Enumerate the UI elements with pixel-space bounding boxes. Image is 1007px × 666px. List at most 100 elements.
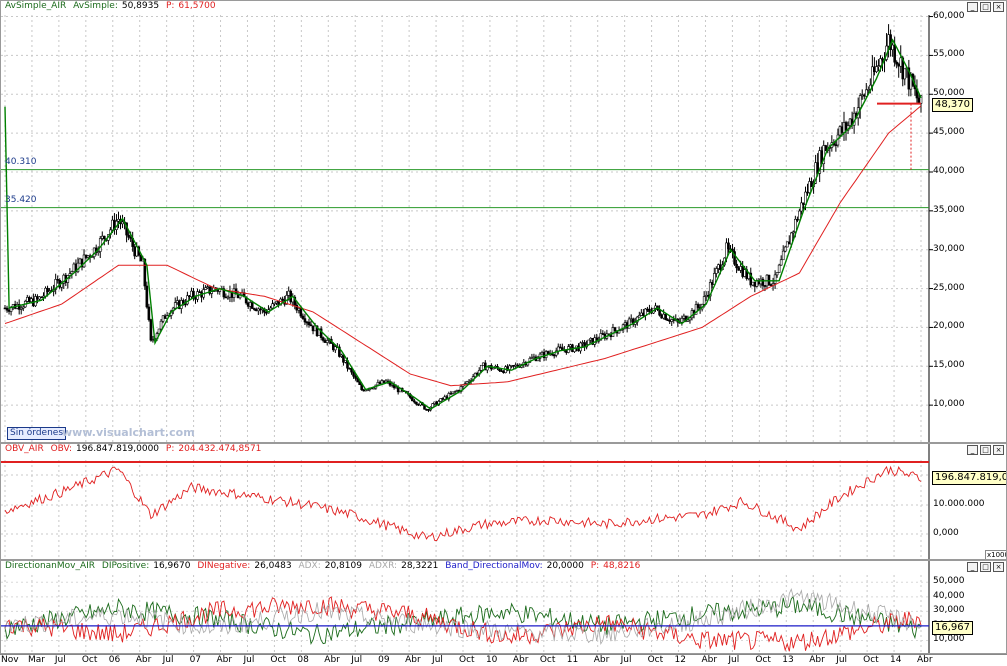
price-candle-body bbox=[897, 63, 901, 67]
price-candle-body bbox=[473, 372, 477, 377]
minimize-icon[interactable]: _ bbox=[967, 562, 978, 572]
price-candle-body bbox=[787, 241, 791, 245]
price-candle-body bbox=[648, 308, 651, 313]
price-candle-body bbox=[82, 254, 86, 268]
dm-chart bbox=[1, 561, 930, 653]
price-candle-body bbox=[642, 312, 645, 316]
price-candle-body bbox=[307, 321, 311, 326]
price-candle-body bbox=[629, 318, 633, 321]
price-candle-body bbox=[773, 274, 777, 284]
price-candle-body bbox=[252, 308, 256, 310]
price-candle-body bbox=[546, 351, 550, 354]
price-candle-body bbox=[627, 318, 631, 329]
price-candle-body bbox=[763, 285, 767, 287]
x-axis-label: 07 bbox=[189, 655, 202, 665]
price-candle-body bbox=[512, 365, 515, 367]
obv-multiplier: x10000 bbox=[985, 550, 1006, 559]
price-candle-body bbox=[159, 320, 163, 330]
price-candle-body bbox=[871, 66, 874, 86]
price-candle-body bbox=[271, 303, 274, 309]
x-axis-label: Jul bbox=[243, 655, 255, 665]
price-candle-body bbox=[769, 284, 773, 286]
x-axis-label: Abr bbox=[917, 655, 933, 665]
price-candle-body bbox=[309, 324, 313, 327]
price-candle-body bbox=[275, 301, 278, 304]
price-candle-body bbox=[840, 126, 844, 133]
price-candle-body bbox=[640, 312, 643, 316]
price-candle-body bbox=[147, 306, 151, 320]
price-candle-body bbox=[38, 296, 41, 300]
price-candle-body bbox=[862, 94, 866, 97]
price-candle-body bbox=[5, 307, 9, 311]
price-candle-body bbox=[611, 327, 615, 337]
price-candle-body bbox=[741, 266, 744, 277]
maximize-icon[interactable]: □ bbox=[980, 2, 991, 12]
close-icon[interactable]: × bbox=[993, 2, 1004, 12]
price-candle-body bbox=[121, 221, 124, 225]
price-candle-body bbox=[783, 246, 787, 252]
price-candle-body bbox=[806, 191, 809, 194]
dm-ytick-label: 50,000 bbox=[933, 576, 965, 587]
price-candle-body bbox=[453, 391, 457, 393]
price-candle-body bbox=[184, 303, 187, 306]
price-candle-body bbox=[682, 315, 686, 319]
price-candle-body bbox=[441, 398, 445, 400]
price-candle-body bbox=[881, 58, 884, 61]
price-candle-body bbox=[867, 89, 870, 91]
price-candle-body bbox=[891, 44, 894, 51]
price-candle-body bbox=[767, 274, 771, 285]
price-ytick-label: 50,000 bbox=[933, 88, 965, 99]
price-candle-body bbox=[354, 375, 357, 379]
price-candle-body bbox=[777, 264, 781, 273]
price-candle-body bbox=[323, 340, 327, 343]
maximize-icon[interactable]: □ bbox=[980, 562, 991, 572]
price-candle-body bbox=[792, 231, 795, 234]
close-icon[interactable]: × bbox=[993, 562, 1004, 572]
obv-legend-value: 196.847.819,0000 bbox=[76, 444, 160, 454]
price-candle-body bbox=[646, 308, 649, 311]
price-candle-body bbox=[751, 281, 755, 286]
price-candle-body bbox=[198, 291, 201, 293]
price-candle-body bbox=[194, 297, 197, 300]
watermark: www.visualchart.com bbox=[62, 426, 195, 439]
dm-legend-adx-label: ADX: bbox=[298, 561, 321, 571]
price-candle-body bbox=[561, 347, 564, 350]
price-candle-body bbox=[715, 268, 718, 274]
price-ytick-label: 40,000 bbox=[933, 165, 965, 176]
price-candle-body bbox=[467, 380, 471, 383]
candles bbox=[3, 24, 923, 413]
x-axis-label: Abr bbox=[135, 655, 152, 665]
price-candle-body bbox=[670, 319, 674, 322]
obv-legend-label: OBV: bbox=[50, 444, 73, 454]
x-axis-label: 10 bbox=[485, 655, 498, 665]
close-icon[interactable]: × bbox=[993, 445, 1004, 455]
price-candle-body bbox=[540, 352, 544, 355]
minimize-icon[interactable]: _ bbox=[967, 445, 978, 455]
price-candle-body bbox=[206, 286, 209, 288]
orders-tag[interactable]: Sin órdenes bbox=[7, 427, 67, 440]
maximize-icon[interactable]: □ bbox=[980, 445, 991, 455]
price-candle-body bbox=[532, 356, 536, 359]
price-candle-body bbox=[824, 145, 828, 151]
price-candle-body bbox=[96, 251, 100, 253]
minimize-icon[interactable]: _ bbox=[967, 2, 978, 12]
price-candle-body bbox=[887, 34, 890, 47]
price-candle-body bbox=[552, 354, 556, 357]
obv-pane: OBV_AIR OBV: 196.847.819,0000 P: 204.432.4… bbox=[0, 443, 1007, 560]
dm-legend-adxr-value: 28,3221 bbox=[401, 561, 439, 571]
price-candle-body bbox=[719, 264, 722, 270]
price-candle-body bbox=[743, 269, 746, 277]
price-candle-body bbox=[848, 118, 852, 126]
price-candle-body bbox=[530, 357, 534, 359]
price-candle-body bbox=[672, 319, 676, 321]
price-candle-body bbox=[21, 306, 25, 309]
dm-pane: DirectionanMov_AIR DIPositive: 16,9670 DI… bbox=[0, 560, 1007, 654]
obv-legend-p-label: P: bbox=[165, 444, 175, 454]
price-candle-body bbox=[589, 338, 592, 341]
price-candle-body bbox=[875, 66, 878, 73]
price-candle-body bbox=[250, 302, 254, 309]
price-legend-label: AvSimple: bbox=[73, 1, 118, 11]
price-candle-body bbox=[7, 309, 11, 312]
price-candle-body bbox=[710, 282, 714, 285]
price-candle-body bbox=[449, 393, 453, 395]
